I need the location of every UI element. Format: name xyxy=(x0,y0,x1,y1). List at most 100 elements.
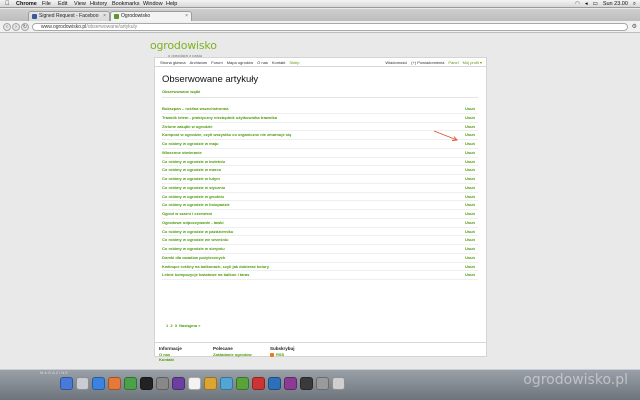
remove-button[interactable]: Usuń xyxy=(465,245,475,253)
address-bar[interactable]: www.ogrodowisko.pl/obserwowane/artykuly xyxy=(32,23,628,31)
remove-button[interactable]: Usuń xyxy=(465,158,475,166)
back-icon[interactable]: ‹ xyxy=(3,23,11,31)
tab-signed-request[interactable]: Signed Request - Faceboo × xyxy=(28,11,110,21)
nav-notifications[interactable]: (+) Powiadomienia xyxy=(411,58,444,67)
article-title-link[interactable]: Co robimy w ogrodzie w listopadzie xyxy=(162,201,230,209)
app-store-icon[interactable] xyxy=(220,377,233,390)
filezilla-icon[interactable] xyxy=(252,377,265,390)
rss-link[interactable]: RSS xyxy=(270,352,295,357)
activity-monitor-icon[interactable] xyxy=(156,377,169,390)
remove-button[interactable]: Usuń xyxy=(465,131,475,139)
footer-garden-setup-link[interactable]: Zakładanie ogrodów xyxy=(213,352,252,357)
nav-shop[interactable]: Sklep xyxy=(289,58,299,67)
calendar-icon[interactable] xyxy=(188,377,201,390)
menu-help[interactable]: Help xyxy=(166,0,177,8)
remove-button[interactable]: Usuń xyxy=(465,193,475,201)
nav-messages[interactable]: Wiadomości xyxy=(385,58,407,67)
chrome-icon[interactable] xyxy=(124,377,137,390)
firefox-icon[interactable] xyxy=(108,377,121,390)
remove-button[interactable]: Usuń xyxy=(465,219,475,227)
article-title-link[interactable]: Co robimy w ogrodzie w styczniu xyxy=(162,184,225,192)
article-title-link[interactable]: Bukszpan – roślina wszechstronna xyxy=(162,105,228,113)
remove-button[interactable]: Usuń xyxy=(465,149,475,157)
article-title-link[interactable]: Ogród w szarni i czerwieni xyxy=(162,210,212,218)
page-3[interactable]: 3 xyxy=(175,323,177,328)
remove-button[interactable]: Usuń xyxy=(465,210,475,218)
next-page[interactable]: Następna » xyxy=(179,323,200,328)
article-title-link[interactable]: Co robimy w ogrodzie w grudniu xyxy=(162,193,224,201)
close-tab-icon[interactable]: × xyxy=(185,12,188,21)
article-title-link[interactable]: Letnie kompozycje kwiatowe na balkon i t… xyxy=(162,271,249,279)
app-menu[interactable]: Chrome xyxy=(16,0,37,8)
mail-icon[interactable] xyxy=(204,377,217,390)
nav-contact[interactable]: Kontakt xyxy=(272,58,286,67)
close-tab-icon[interactable]: × xyxy=(103,12,106,21)
nav-panel[interactable]: Panel xyxy=(448,58,458,67)
spotlight-icon[interactable]: ⌕ xyxy=(633,0,636,8)
nav-about[interactable]: O nas xyxy=(257,58,268,67)
article-title-link[interactable]: Co robimy w ogrodzie w kwietniu xyxy=(162,158,225,166)
terminal-icon[interactable] xyxy=(140,377,153,390)
system-preferences-icon[interactable] xyxy=(332,377,345,390)
photoshop-icon[interactable] xyxy=(268,377,281,390)
wifi-icon[interactable]: ◠ xyxy=(575,0,580,8)
article-title-link[interactable]: Co robimy w ogrodzie we wrześniu xyxy=(162,236,228,244)
menu-bookmarks[interactable]: Bookmarks xyxy=(112,0,140,8)
nav-archive[interactable]: Archiwum xyxy=(190,58,208,67)
watched-threads-link[interactable]: Obserwowane wątki xyxy=(162,89,200,94)
article-title-link[interactable]: Ogrodowe odpoczywanie - ławki xyxy=(162,219,224,227)
launchpad-icon[interactable] xyxy=(76,377,89,390)
article-title-link[interactable]: Kwitnące rośliny na balkonach, czyli jak… xyxy=(162,263,269,271)
menu-history[interactable]: History xyxy=(90,0,107,8)
volume-icon[interactable]: ◂ xyxy=(585,0,588,8)
nav-forum[interactable]: Forum xyxy=(211,58,223,67)
forward-icon[interactable]: › xyxy=(12,23,20,31)
menu-edit[interactable]: Edit xyxy=(58,0,67,8)
article-title-link[interactable]: Co robimy w ogrodzie w maju xyxy=(162,140,218,148)
finder-icon[interactable] xyxy=(60,377,73,390)
article-title-link[interactable]: Zielone zakątki w ogrodzie xyxy=(162,123,212,131)
skype-icon[interactable] xyxy=(236,377,249,390)
menu-file[interactable]: File xyxy=(42,0,51,8)
remove-button[interactable]: Usuń xyxy=(465,114,475,122)
remove-button[interactable]: Usuń xyxy=(465,263,475,271)
battery-icon[interactable]: ▭ xyxy=(593,0,598,8)
illustrator-icon[interactable] xyxy=(284,377,297,390)
apple-menu-icon[interactable]:  xyxy=(5,0,10,8)
article-title-link[interactable]: Trawnik letem - praktyczny niezbędnik uż… xyxy=(162,114,277,122)
remove-button[interactable]: Usuń xyxy=(465,271,475,279)
article-title-link[interactable]: Co robimy w ogrodzie w marcu xyxy=(162,166,221,174)
tab-ogrodowisko[interactable]: Ogrodowisko × xyxy=(110,11,192,21)
article-title-link[interactable]: Kompost w ogrodzie, czyli wszystko co or… xyxy=(162,131,291,139)
remove-button[interactable]: Usuń xyxy=(465,201,475,209)
preview-icon[interactable] xyxy=(316,377,329,390)
menu-view[interactable]: View xyxy=(74,0,86,8)
page-1[interactable]: 1 xyxy=(166,323,168,328)
nav-home[interactable]: Strona główna xyxy=(160,58,186,67)
remove-button[interactable]: Usuń xyxy=(465,140,475,148)
article-title-link[interactable]: Co robimy w ogrodzie w lutym xyxy=(162,175,220,183)
remove-button[interactable]: Usuń xyxy=(465,254,475,262)
menu-window[interactable]: Window xyxy=(143,0,163,8)
article-title-link[interactable]: Co robimy w ogrodzie w październiku xyxy=(162,228,233,236)
article-title-link[interactable]: Wiosenne otwieranie xyxy=(162,149,202,157)
textmate-icon[interactable] xyxy=(300,377,313,390)
clock[interactable]: Sun 23.00 xyxy=(603,0,628,8)
nav-garden-map[interactable]: Mapa ogrodów xyxy=(227,58,253,67)
remove-button[interactable]: Usuń xyxy=(465,105,475,113)
page-2[interactable]: 2 xyxy=(170,323,172,328)
itunes-icon[interactable] xyxy=(172,377,185,390)
nav-my-profile[interactable]: Mój profil ▾ xyxy=(463,58,482,67)
remove-button[interactable]: Usuń xyxy=(465,236,475,244)
remove-button[interactable]: Usuń xyxy=(465,123,475,131)
footer-contact-link[interactable]: Kontakt xyxy=(159,357,182,362)
remove-button[interactable]: Usuń xyxy=(465,184,475,192)
reload-icon[interactable]: ↻ xyxy=(21,23,29,31)
article-title-link[interactable]: Co robimy w ogrodzie w sierpniu xyxy=(162,245,225,253)
remove-button[interactable]: Usuń xyxy=(465,166,475,174)
article-title-link[interactable]: Domki dla owadów pożytecznych xyxy=(162,254,225,262)
wrench-menu-icon[interactable]: ⚙ xyxy=(632,23,637,30)
safari-icon[interactable] xyxy=(92,377,105,390)
remove-button[interactable]: Usuń xyxy=(465,228,475,236)
remove-button[interactable]: Usuń xyxy=(465,175,475,183)
